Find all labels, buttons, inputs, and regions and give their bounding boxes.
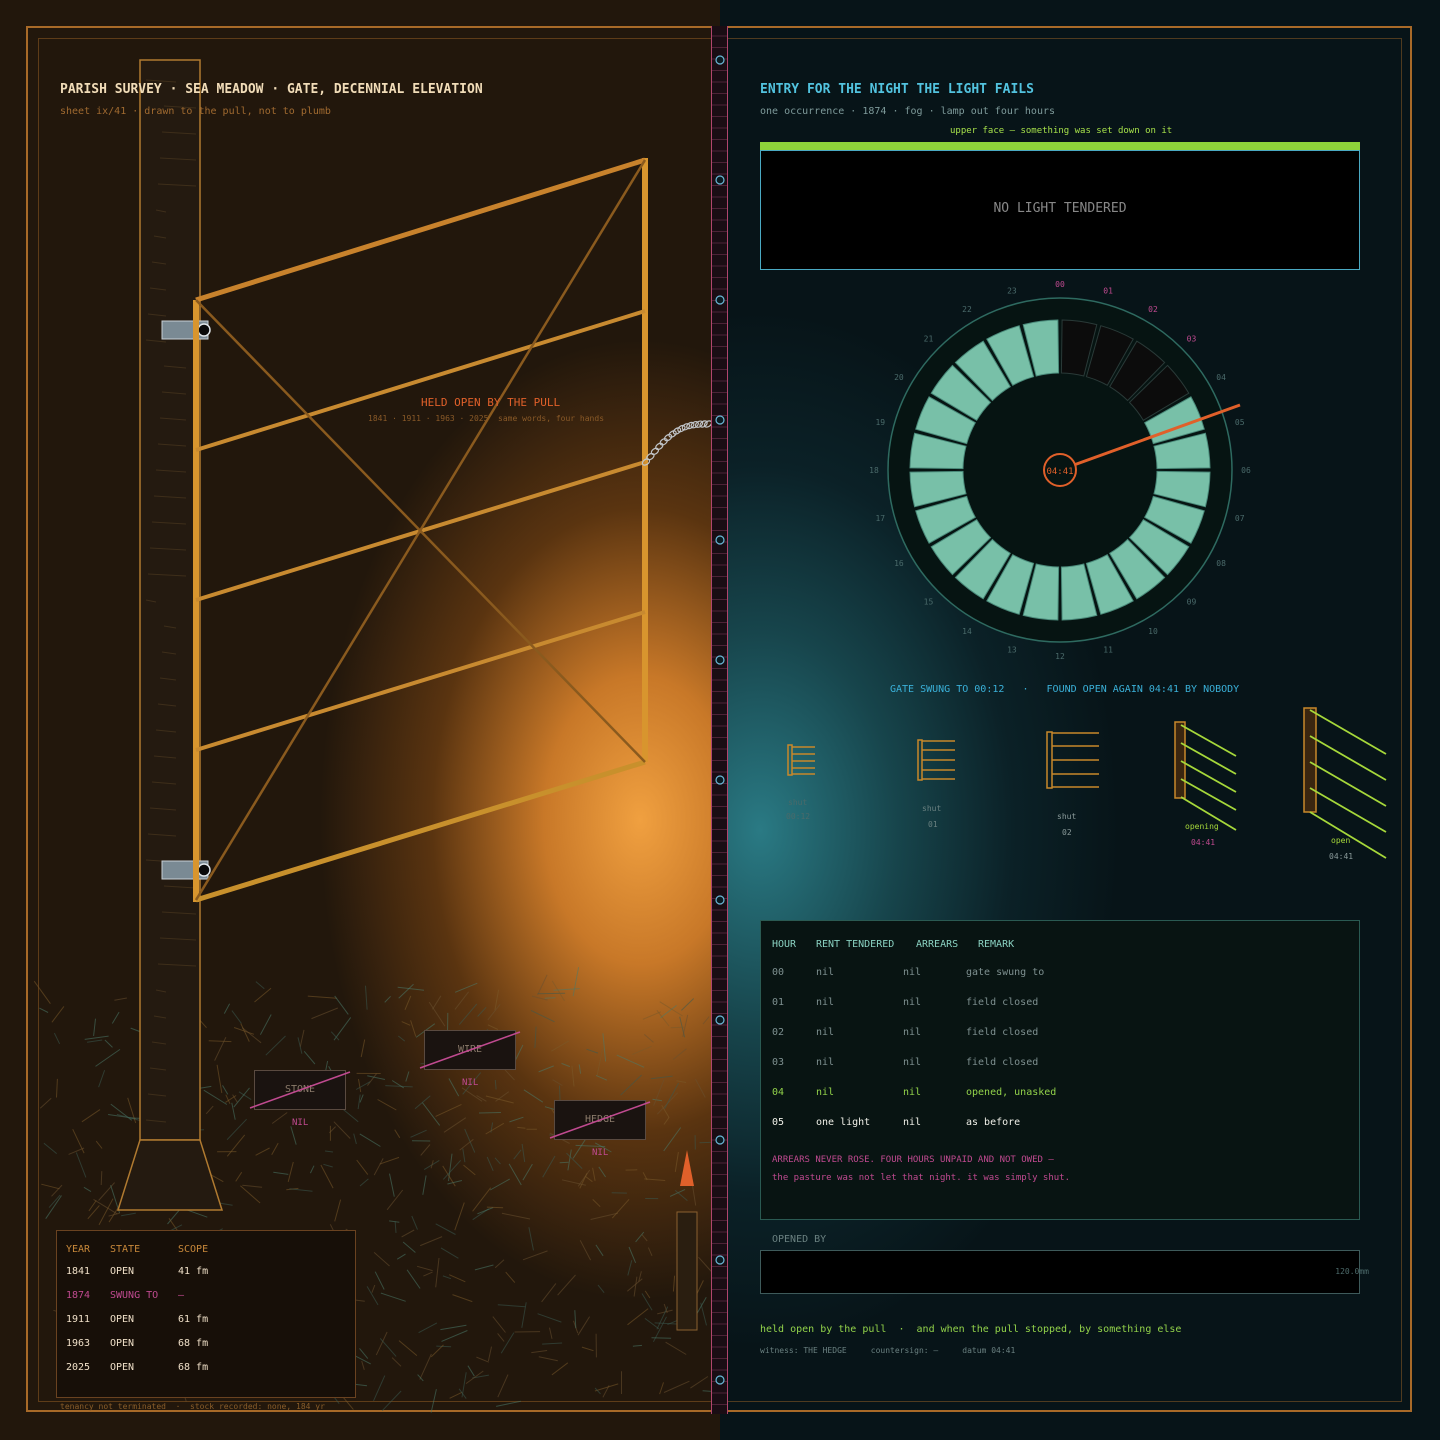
survey-sheet: PARISH SURVEY · SEA MEADOW · GATE, DECEN… bbox=[0, 0, 1440, 1440]
sequence-gate-shut-2 bbox=[917, 739, 955, 781]
sequence-label: shut bbox=[1057, 812, 1077, 821]
sequence-label: open bbox=[1331, 836, 1351, 845]
hour-ledger: HOUR RENT TENDERED ARREARS REMARK 00 nil n… bbox=[760, 920, 1360, 1220]
ledger-cell: nil bbox=[903, 1027, 922, 1038]
ledger-header: HOUR bbox=[772, 939, 797, 950]
gate-sequence bbox=[787, 707, 1387, 859]
ledger-cell: 02 bbox=[772, 1027, 785, 1038]
opened-by-label: OPENED BY bbox=[772, 1234, 827, 1245]
ledger-note-1: ARREARS NEVER ROSE. FOUR HOURS UNPAID AN… bbox=[772, 1155, 1054, 1165]
ledger-cell: 03 bbox=[772, 1057, 785, 1068]
ledger-cell: nil bbox=[903, 967, 922, 978]
ledger-cell: nil bbox=[816, 1027, 835, 1038]
ledger-header: RENT TENDERED bbox=[816, 939, 895, 950]
ledger-cell: 01 bbox=[772, 997, 785, 1008]
sequence-label: opening bbox=[1185, 822, 1219, 831]
ledger-cell: field closed bbox=[966, 997, 1039, 1008]
sequence-time: 02 bbox=[1062, 828, 1072, 837]
ledger-cell: opened, unasked bbox=[966, 1087, 1057, 1098]
sequence-time: 04:41 bbox=[1329, 852, 1354, 861]
ledger-header: ARREARS bbox=[916, 939, 959, 950]
sequence-time: 04:41 bbox=[1191, 838, 1216, 847]
ledger-cell: as before bbox=[966, 1117, 1021, 1128]
ledger-cell: 05 bbox=[772, 1117, 785, 1128]
ledger-cell: one light bbox=[816, 1117, 871, 1128]
ledger-cell: nil bbox=[816, 997, 835, 1008]
sequence-gate-shut-3 bbox=[1046, 731, 1099, 789]
sequence-label: shut bbox=[922, 804, 942, 813]
ledger-cell: nil bbox=[816, 967, 835, 978]
sequence-time: 01 bbox=[928, 820, 938, 829]
ledger-cell: field closed bbox=[966, 1057, 1039, 1068]
ledger-cell: nil bbox=[816, 1057, 835, 1068]
ledger-cell: gate swung to bbox=[966, 967, 1045, 978]
ledger-cell: nil bbox=[903, 1117, 922, 1128]
sequence-gate-opening bbox=[1174, 721, 1237, 831]
ledger-cell: field closed bbox=[966, 1027, 1039, 1038]
ledger-cell: 00 bbox=[772, 967, 785, 978]
sequence-label: shut bbox=[788, 798, 808, 807]
ledger-note-2: the pasture was not let that night. it w… bbox=[772, 1173, 1071, 1183]
ledger-cell: nil bbox=[903, 1057, 922, 1068]
footer-line-1: held open by the pull · and when the pul… bbox=[760, 1324, 1182, 1335]
ledger-cell: nil bbox=[903, 1087, 922, 1098]
sequence-time: 00:12 bbox=[786, 812, 811, 821]
opened-by-measure: 120.0mm bbox=[1335, 1267, 1369, 1276]
footer-line-2: witness: THE HEDGE countersign: — datum … bbox=[760, 1346, 1016, 1355]
ledger-cell: 04 bbox=[772, 1087, 785, 1098]
opened-by-field[interactable]: 120.0mm bbox=[760, 1250, 1369, 1294]
ledger-header: REMARK bbox=[978, 939, 1015, 950]
ledger-cell: nil bbox=[903, 997, 922, 1008]
sequence-gate-shut-1 bbox=[787, 744, 815, 776]
ledger-cell: nil bbox=[816, 1087, 835, 1098]
